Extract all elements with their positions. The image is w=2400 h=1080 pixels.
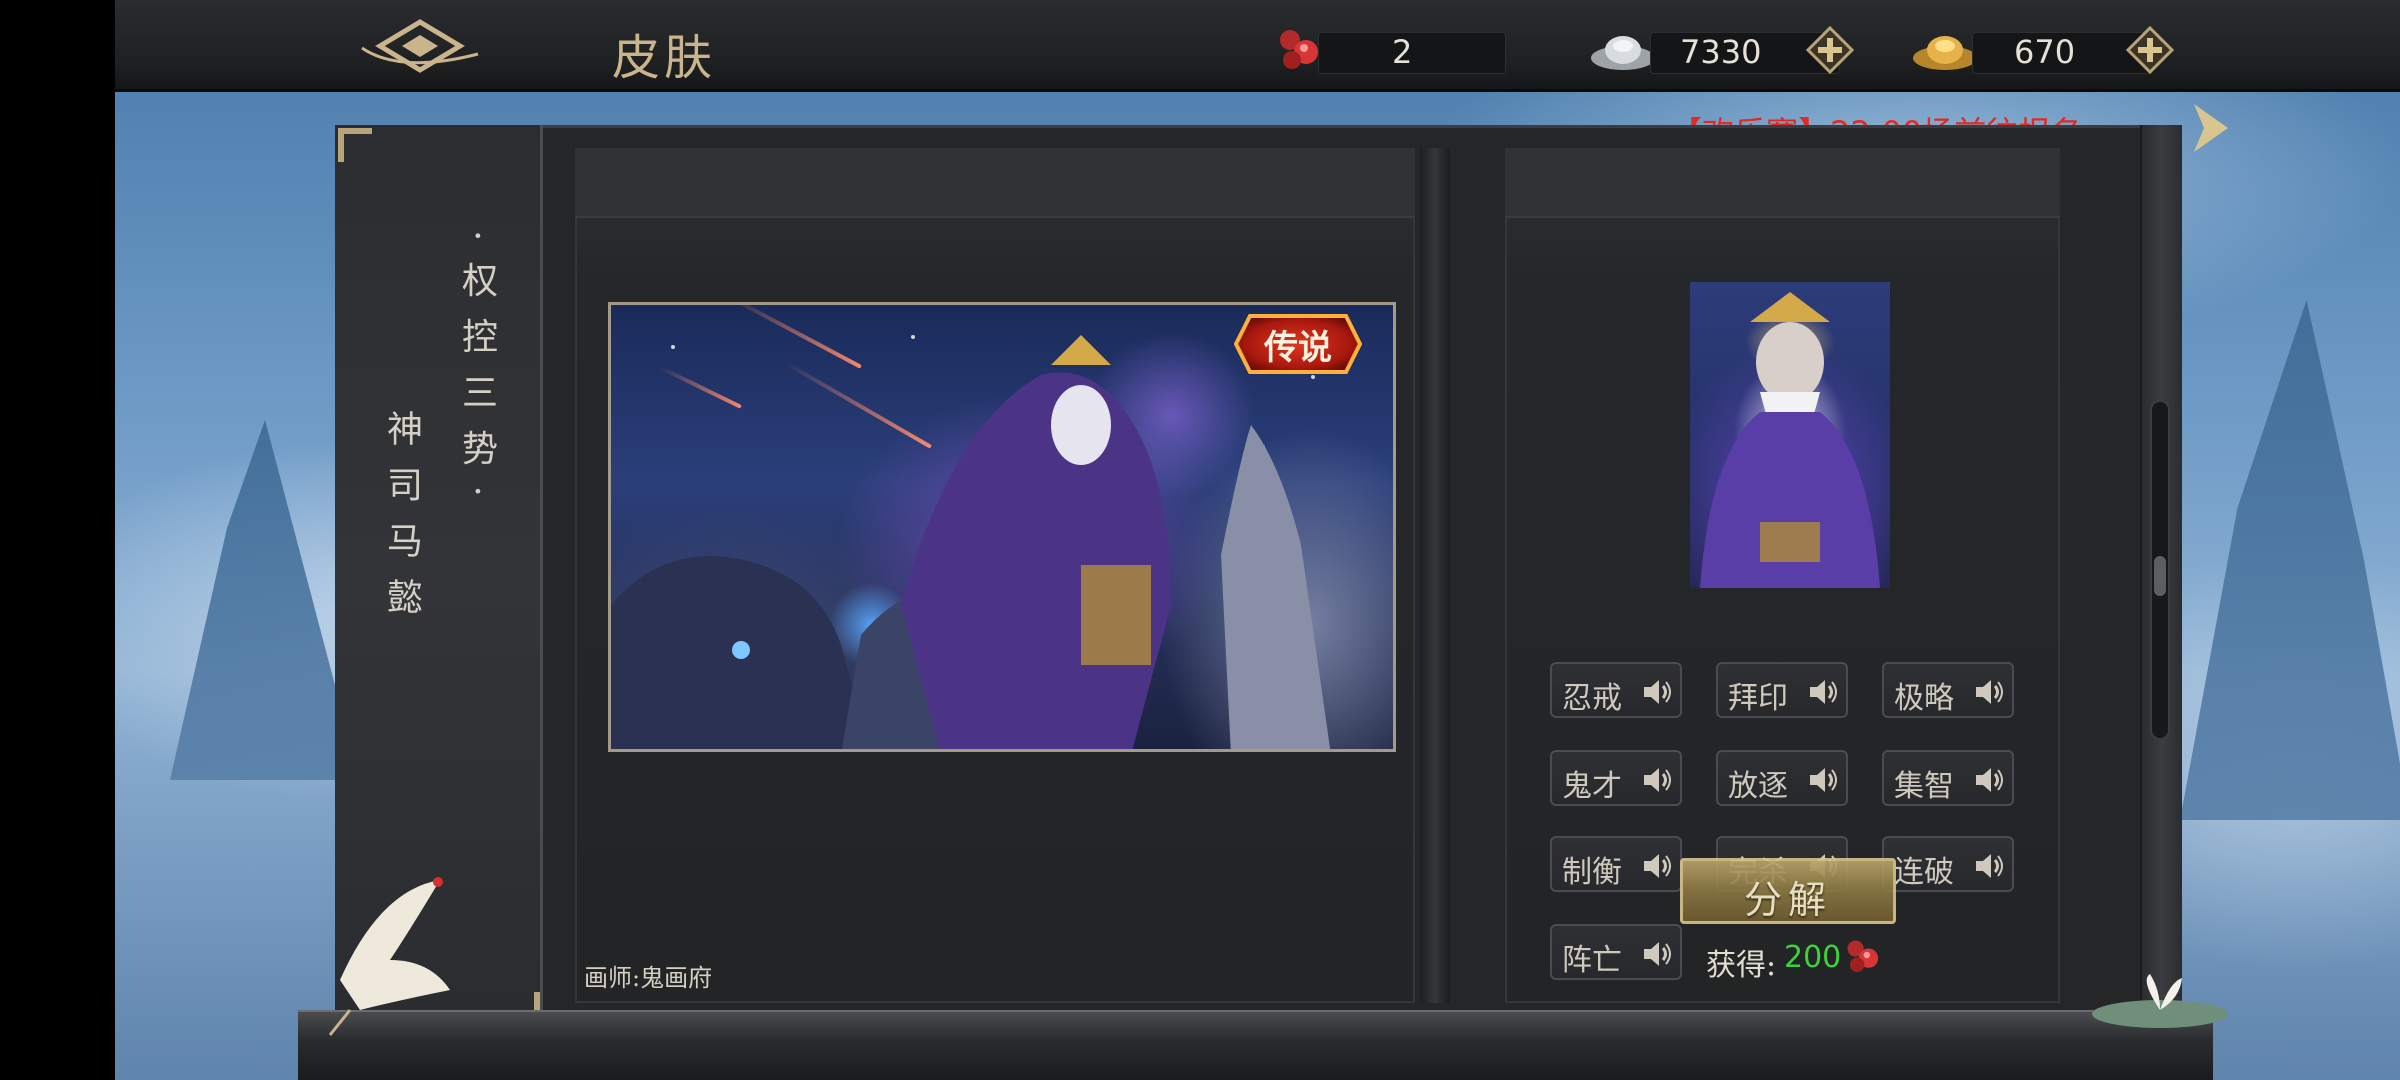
voice-line-label: 拜印 (1728, 681, 1788, 716)
hero-name-vertical: 神司马懿 (381, 410, 422, 634)
speaker-icon (1644, 854, 1671, 878)
red-gem-icon (1847, 940, 1879, 972)
speaker-icon (1976, 854, 2003, 878)
speaker-icon (1976, 768, 2003, 792)
legend-rarity-label: 传说 (1264, 327, 1332, 368)
lotus-decoration-icon (2092, 974, 2228, 1028)
skin-detail-panel-header (1505, 148, 2060, 218)
voice-line-label: 极略 (1894, 681, 1954, 716)
page-title: 皮肤 (612, 30, 717, 86)
chevron-right-icon[interactable] (2190, 100, 2232, 156)
voice-line-label: 鬼才 (1562, 769, 1622, 804)
gain-label: 获得: (1706, 948, 1777, 983)
game-screen: 皮肤 2 7330 670 【欢乐赛】22:00场前往报名 (0, 0, 2400, 1080)
scrollbar-thumb[interactable] (2154, 556, 2166, 596)
voice-line-label: 制衡 (1562, 855, 1622, 890)
speaker-icon (1976, 680, 2003, 704)
speaker-icon (1810, 680, 1837, 704)
gold-count: 670 (2014, 33, 2076, 71)
crane-decoration-icon (328, 877, 450, 1036)
voice-line-label: 连破 (1894, 855, 1954, 890)
voice-line-label: 放逐 (1728, 769, 1788, 804)
voice-line-label: 集智 (1894, 769, 1954, 804)
silver-count: 7330 (1680, 33, 1762, 71)
gem-count: 2 (1392, 33, 1413, 71)
voice-line-button-jilue[interactable]: 极略 (1882, 662, 2014, 718)
speaker-icon (1644, 768, 1671, 792)
voice-line-button-renjie[interactable]: 忍戒 (1550, 662, 1682, 718)
voice-line-button-jizhi[interactable]: 集智 (1882, 750, 2014, 806)
voice-line-button-zhiheng[interactable]: 制衡 (1550, 836, 1682, 892)
voice-line-label: 阵亡 (1562, 943, 1622, 978)
gold-ingot-icon (1913, 36, 1977, 70)
voice-line-label: 忍戒 (1562, 681, 1622, 716)
frame-corner-ornament (338, 128, 372, 162)
voice-line-button-fangzhu[interactable]: 放逐 (1716, 750, 1848, 806)
silver-ingot-icon (1591, 36, 1655, 70)
skin-portrait-card[interactable] (1690, 282, 1890, 588)
artist-credit: 画师:鬼画府 (584, 964, 713, 992)
red-gem-icon (1280, 30, 1318, 69)
voice-line-button-baiyin[interactable]: 拜印 (1716, 662, 1848, 718)
decompose-label: 分解 (1743, 878, 1832, 922)
add-silver-button[interactable] (1806, 26, 1854, 74)
panel-divider (1420, 148, 1450, 1003)
add-gold-button[interactable] (2126, 26, 2174, 74)
diamond-back-icon[interactable] (360, 14, 480, 78)
voice-line-button-lianpo[interactable]: 连破 (1882, 836, 2014, 892)
voice-line-button-zhenwang[interactable]: 阵亡 (1550, 924, 1682, 980)
speaker-icon (1644, 680, 1671, 704)
skin-title-vertical: ·权控三势· (456, 230, 497, 517)
speaker-icon (1644, 942, 1671, 966)
voice-line-button-guicai[interactable]: 鬼才 (1550, 750, 1682, 806)
skin-art-panel-header (575, 148, 1415, 218)
gain-value: 200 (1784, 940, 1842, 975)
speaker-icon (1810, 768, 1837, 792)
decompose-button[interactable]: 分解 (1680, 858, 1896, 924)
hero-portrait-icon (1700, 292, 1880, 588)
panel-base (298, 1010, 2213, 1080)
